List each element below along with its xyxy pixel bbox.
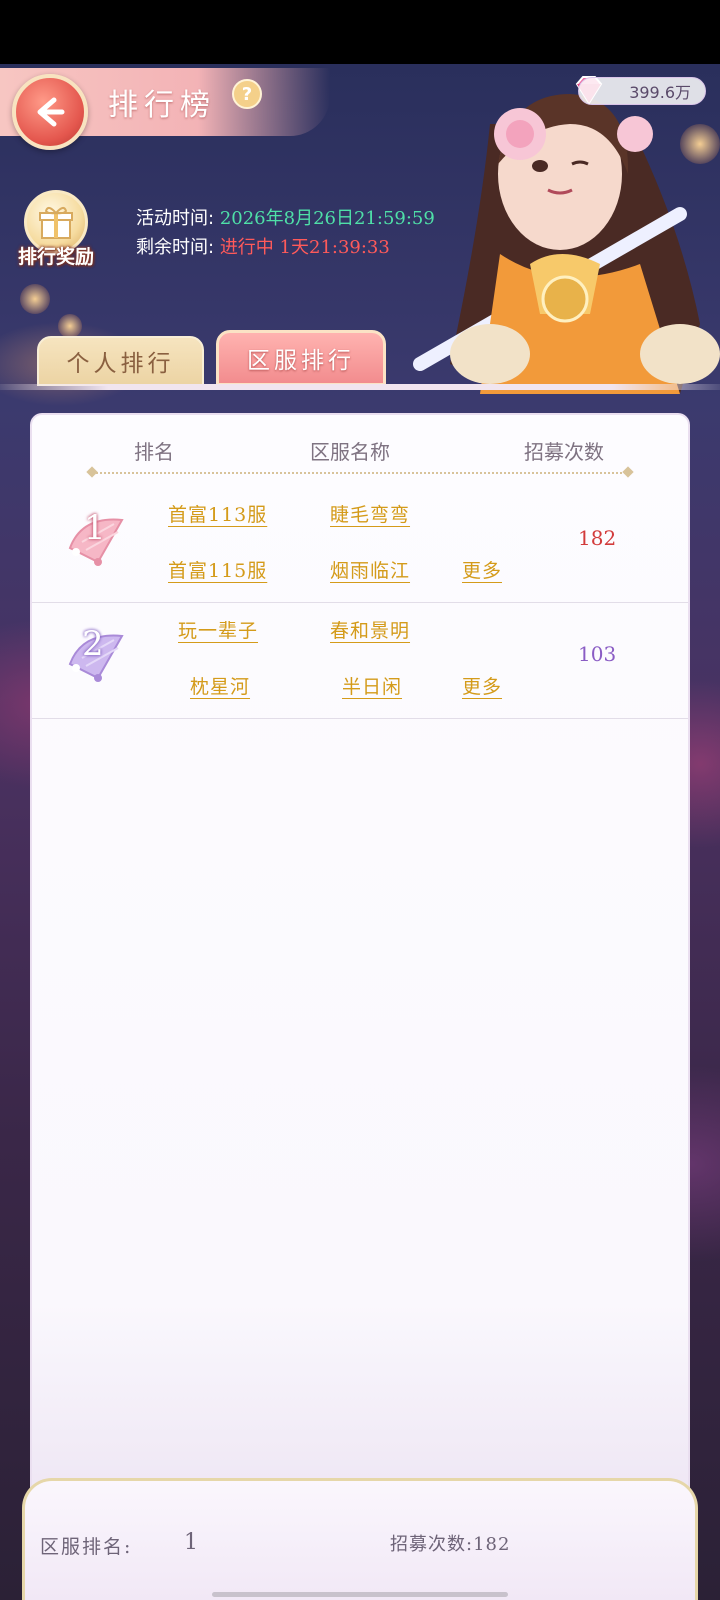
server-link[interactable]: 春和景明 xyxy=(330,616,410,643)
server-link[interactable]: 半日闲 xyxy=(342,672,402,699)
rank-number: 1 xyxy=(84,508,106,548)
table-row: 2 玩一辈子 春和景明 枕星河 半日闲 更多 103 xyxy=(32,602,688,719)
recruit-count: 182 xyxy=(578,526,617,550)
server-link[interactable]: 枕星河 xyxy=(190,672,250,699)
gift-icon xyxy=(39,207,73,239)
recruit-count-value: 182 xyxy=(473,1534,511,1555)
more-link[interactable]: 更多 xyxy=(462,672,502,699)
status-bar xyxy=(0,0,720,64)
help-icon[interactable]: ? xyxy=(232,79,262,109)
recruit-count-summary: 招募次数:182 xyxy=(390,1530,510,1556)
column-header-rank: 排名 xyxy=(134,440,174,464)
back-button[interactable] xyxy=(12,74,88,150)
remaining-time-row: 剩余时间: 进行中 1天21:39:33 xyxy=(136,233,390,259)
ranking-reward-button[interactable]: 排行奖励 xyxy=(14,190,98,280)
column-header-server-name: 区服名称 xyxy=(310,440,390,464)
lantern-decoration xyxy=(58,314,82,338)
recruit-count: 103 xyxy=(578,642,617,666)
page-title: 排行榜 xyxy=(108,88,216,123)
table-row: 1 首富113服 睫毛弯弯 首富115服 烟雨临江 更多 182 xyxy=(32,486,688,603)
server-link[interactable]: 首富113服 xyxy=(168,500,267,527)
server-link[interactable]: 睫毛弯弯 xyxy=(330,500,410,527)
activity-time-row: 活动时间: 2026年8月26日21:59:59 xyxy=(136,204,435,230)
header-divider xyxy=(92,472,630,474)
lantern-decoration xyxy=(20,284,50,314)
rank-number: 2 xyxy=(82,624,104,664)
tab-personal-ranking[interactable]: 个人排行 xyxy=(37,336,204,386)
activity-time-value: 2026年8月26日21:59:59 xyxy=(219,208,435,229)
more-link[interactable]: 更多 xyxy=(462,556,502,583)
home-indicator[interactable] xyxy=(212,1592,508,1597)
server-rank-label: 区服排名: xyxy=(40,1536,133,1558)
activity-time-label: 活动时间: xyxy=(136,208,215,229)
tab-underline xyxy=(0,384,720,390)
recruit-count-label: 招募次数: xyxy=(390,1534,474,1555)
server-rank-value: 1 xyxy=(184,1530,198,1555)
server-link[interactable]: 玩一辈子 xyxy=(178,616,258,643)
server-link[interactable]: 烟雨临江 xyxy=(330,556,410,583)
back-arrow-icon xyxy=(37,97,65,127)
tab-server-ranking[interactable]: 区服排行 xyxy=(216,330,386,386)
currency-display: 399.6万 xyxy=(578,77,706,105)
remaining-time-value: 进行中 1天21:39:33 xyxy=(219,237,390,258)
remaining-time-label: 剩余时间: xyxy=(136,237,215,258)
reward-label: 排行奖励 xyxy=(17,246,94,268)
column-header-recruit-count: 招募次数 xyxy=(524,440,604,464)
server-link[interactable]: 首富115服 xyxy=(168,556,267,583)
